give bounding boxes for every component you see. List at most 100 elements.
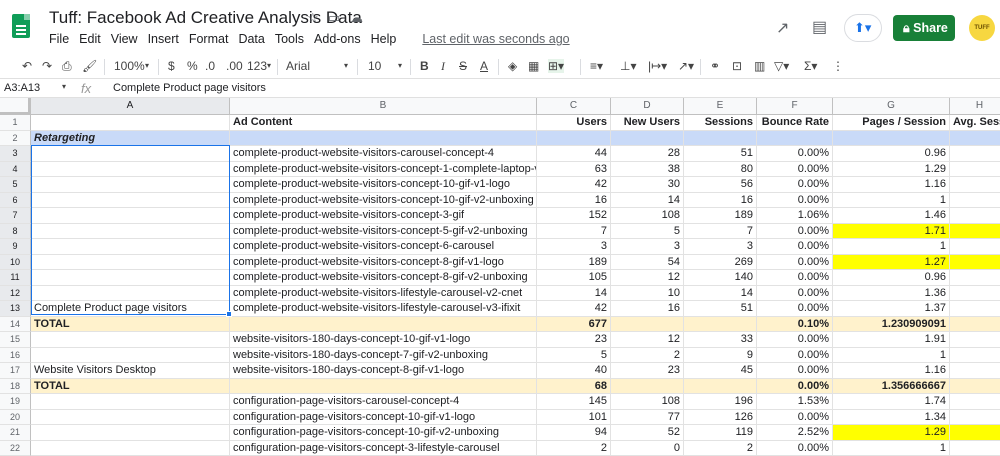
cell-e8[interactable]: 7 bbox=[684, 224, 757, 240]
cell-a16[interactable] bbox=[31, 348, 230, 364]
cell-b7[interactable]: complete-product-website-visitors-concep… bbox=[230, 208, 537, 224]
cell-g21[interactable]: 1.29 bbox=[833, 425, 950, 441]
vertical-align-icon[interactable]: ⊥▾ bbox=[620, 59, 636, 73]
link-icon[interactable]: ⚭ bbox=[710, 59, 720, 73]
cell-f18[interactable]: 0.00% bbox=[757, 379, 833, 395]
chevron-down-icon[interactable]: ▾ bbox=[145, 61, 149, 70]
cell-c1[interactable]: Users bbox=[537, 115, 611, 131]
cell-d10[interactable]: 54 bbox=[611, 255, 684, 271]
move-folder-icon[interactable]: ▭ bbox=[328, 10, 340, 26]
cell-d8[interactable]: 5 bbox=[611, 224, 684, 240]
cell-g10[interactable]: 1.27 bbox=[833, 255, 950, 271]
comment-icon[interactable]: ▤ bbox=[812, 17, 827, 37]
cell-c2[interactable] bbox=[537, 131, 611, 147]
cell-h1[interactable]: Avg. Sessi bbox=[950, 115, 1000, 131]
row-header[interactable]: 20 bbox=[0, 410, 31, 426]
cell-f16[interactable]: 0.00% bbox=[757, 348, 833, 364]
cell-c12[interactable]: 14 bbox=[537, 286, 611, 302]
cell-h2[interactable] bbox=[950, 131, 1000, 147]
cell-g19[interactable]: 1.74 bbox=[833, 394, 950, 410]
cell-f12[interactable]: 0.00% bbox=[757, 286, 833, 302]
cloud-status-icon[interactable]: ☁ bbox=[350, 10, 363, 26]
cell-d7[interactable]: 108 bbox=[611, 208, 684, 224]
cell-g8[interactable]: 1.71 bbox=[833, 224, 950, 240]
merge-cells-icon[interactable]: ⊞▾ bbox=[548, 59, 564, 73]
chevron-down-icon[interactable]: ▾ bbox=[398, 61, 402, 70]
cell-g11[interactable]: 0.96 bbox=[833, 270, 950, 286]
cell-d17[interactable]: 23 bbox=[611, 363, 684, 379]
row-header[interactable]: 21 bbox=[0, 425, 31, 441]
cell-b3[interactable]: complete-product-website-visitors-carous… bbox=[230, 146, 537, 162]
cell-d18[interactable] bbox=[611, 379, 684, 395]
cell-d3[interactable]: 28 bbox=[611, 146, 684, 162]
cell-d20[interactable]: 77 bbox=[611, 410, 684, 426]
row-header[interactable]: 1 bbox=[0, 115, 31, 131]
cell-h18[interactable] bbox=[950, 379, 1000, 395]
align-left-icon[interactable]: ≡▾ bbox=[590, 59, 603, 73]
cell-e16[interactable]: 9 bbox=[684, 348, 757, 364]
chevron-down-icon[interactable]: ▾ bbox=[62, 82, 66, 91]
share-button[interactable]: 🔒︎ Share bbox=[893, 15, 955, 41]
strikethrough-icon[interactable]: S bbox=[459, 59, 467, 73]
decrease-decimal-button[interactable]: .0 bbox=[205, 59, 215, 73]
cell-b10[interactable]: complete-product-website-visitors-concep… bbox=[230, 255, 537, 271]
cell-d1[interactable]: New Users bbox=[611, 115, 684, 131]
cell-d11[interactable]: 12 bbox=[611, 270, 684, 286]
cell-d13[interactable]: 16 bbox=[611, 301, 684, 317]
cell-c7[interactable]: 152 bbox=[537, 208, 611, 224]
star-icon[interactable]: ☆ bbox=[307, 10, 319, 26]
cell-g16[interactable]: 1 bbox=[833, 348, 950, 364]
avatar[interactable]: TUFF bbox=[969, 15, 995, 41]
cell-a8[interactable] bbox=[31, 224, 230, 240]
cell-d5[interactable]: 30 bbox=[611, 177, 684, 193]
cell-g15[interactable]: 1.91 bbox=[833, 332, 950, 348]
cell-h17[interactable] bbox=[950, 363, 1000, 379]
column-header-c[interactable]: C bbox=[537, 98, 611, 115]
cell-b19[interactable]: configuration-page-visitors-carousel-con… bbox=[230, 394, 537, 410]
cell-a11[interactable] bbox=[31, 270, 230, 286]
cell-c19[interactable]: 145 bbox=[537, 394, 611, 410]
cell-f21[interactable]: 2.52% bbox=[757, 425, 833, 441]
cell-c13[interactable]: 42 bbox=[537, 301, 611, 317]
cell-g5[interactable]: 1.16 bbox=[833, 177, 950, 193]
cell-h3[interactable] bbox=[950, 146, 1000, 162]
cell-a7[interactable] bbox=[31, 208, 230, 224]
menu-format[interactable]: Format bbox=[189, 32, 229, 46]
cell-h5[interactable] bbox=[950, 177, 1000, 193]
cell-b15[interactable]: website-visitors-180-days-concept-10-gif… bbox=[230, 332, 537, 348]
text-rotation-icon[interactable]: ↗▾ bbox=[678, 59, 694, 73]
filter-icon[interactable]: ▽▾ bbox=[774, 59, 789, 73]
row-header[interactable]: 15 bbox=[0, 332, 31, 348]
cell-e9[interactable]: 3 bbox=[684, 239, 757, 255]
cell-e6[interactable]: 16 bbox=[684, 193, 757, 209]
increase-decimal-button[interactable]: .00 bbox=[226, 59, 243, 73]
row-header[interactable]: 18 bbox=[0, 379, 31, 395]
cell-e14[interactable] bbox=[684, 317, 757, 333]
cell-b12[interactable]: complete-product-website-visitors-lifest… bbox=[230, 286, 537, 302]
cell-e15[interactable]: 33 bbox=[684, 332, 757, 348]
functions-icon[interactable]: Σ▾ bbox=[804, 59, 817, 73]
cell-a3[interactable] bbox=[31, 146, 230, 162]
cell-e10[interactable]: 269 bbox=[684, 255, 757, 271]
menu-file[interactable]: File bbox=[49, 32, 69, 46]
more-formats-button[interactable]: 123 bbox=[247, 59, 267, 73]
cell-b2[interactable] bbox=[230, 131, 537, 147]
currency-button[interactable]: $ bbox=[168, 59, 175, 73]
row-header[interactable]: 8 bbox=[0, 224, 31, 240]
cell-f19[interactable]: 1.53% bbox=[757, 394, 833, 410]
cell-f9[interactable]: 0.00% bbox=[757, 239, 833, 255]
cell-e20[interactable]: 126 bbox=[684, 410, 757, 426]
cell-a14[interactable]: TOTAL bbox=[31, 317, 230, 333]
cell-f8[interactable]: 0.00% bbox=[757, 224, 833, 240]
cell-h21[interactable] bbox=[950, 425, 1000, 441]
last-edit-link[interactable]: Last edit was seconds ago bbox=[422, 32, 569, 46]
cell-g18[interactable]: 1.356666667 bbox=[833, 379, 950, 395]
cell-g4[interactable]: 1.29 bbox=[833, 162, 950, 178]
cell-a12[interactable] bbox=[31, 286, 230, 302]
cell-h20[interactable] bbox=[950, 410, 1000, 426]
row-header[interactable]: 10 bbox=[0, 255, 31, 271]
sheets-logo-icon[interactable] bbox=[12, 14, 30, 38]
menu-help[interactable]: Help bbox=[371, 32, 397, 46]
cell-h8[interactable] bbox=[950, 224, 1000, 240]
cell-g6[interactable]: 1 bbox=[833, 193, 950, 209]
